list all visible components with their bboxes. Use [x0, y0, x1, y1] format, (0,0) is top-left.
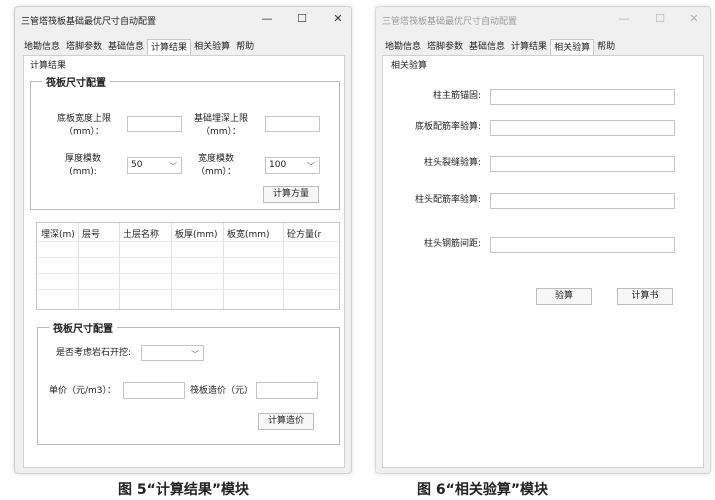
spacing-field[interactable]: [490, 237, 675, 253]
tab-foundation-info[interactable]: 基础信息: [466, 39, 508, 55]
calc-cost-button[interactable]: 计算造价: [258, 413, 314, 430]
window-title: 三管塔筏板基础最优尺寸自动配置: [382, 17, 518, 27]
tab-foundation-info[interactable]: 基础信息: [105, 39, 147, 55]
width-upper-input[interactable]: [127, 116, 182, 132]
crack-check-label: 柱头裂缝验算:: [423, 158, 481, 168]
width-modulus-label: 宽度模数 （mm）：: [196, 154, 237, 177]
title-bar: 三管塔筏板基础最优尺寸自动配置 — ☐ ✕: [15, 7, 351, 33]
tab-tower-foot[interactable]: 塔脚参数: [63, 39, 105, 55]
unit-price-input[interactable]: [123, 382, 185, 399]
panel-label: 相关验算: [391, 61, 428, 71]
tab-bar: 地勘信息 塔脚参数 基础信息 计算结果 相关验算 帮助: [21, 39, 257, 55]
tab-help[interactable]: 帮助: [233, 39, 257, 55]
grid-line: [37, 289, 339, 290]
tab-survey-info[interactable]: 地勘信息: [382, 39, 424, 55]
calc-volume-button[interactable]: 计算方量: [263, 186, 319, 203]
width-upper-label: 底板宽度上限 （mm）：: [57, 114, 112, 137]
depth-upper-label: 基础埋深上限 （mm）：: [194, 114, 249, 137]
width-modulus-select[interactable]: 100 ﹀: [265, 157, 320, 174]
crack-check-field[interactable]: [490, 156, 675, 172]
panel-label: 计算结果: [30, 61, 67, 71]
chevron-down-icon: ﹀: [169, 162, 177, 171]
column-ratio-label: 柱头配筋率验算:: [414, 195, 481, 205]
slab-ratio-label: 底板配筋率验算:: [414, 122, 481, 132]
anchorage-field[interactable]: [490, 89, 675, 105]
grid-line: [37, 257, 339, 258]
minimize-icon[interactable]: —: [260, 12, 274, 26]
tab-calc-result[interactable]: 计算结果: [147, 39, 192, 55]
thickness-modulus-select[interactable]: 50 ﹀: [127, 157, 182, 174]
column-header: 板宽(mm): [227, 230, 270, 240]
grid-line: [119, 223, 120, 309]
column-header: 板厚(mm): [175, 230, 218, 240]
tab-related-check[interactable]: 相关验算: [191, 39, 233, 55]
column-header: 层号: [82, 230, 101, 240]
group-title: 筏板尺寸配置: [49, 320, 117, 335]
grid-line: [171, 223, 172, 309]
column-header: 埋深(m): [41, 230, 75, 240]
grid-line: [78, 223, 79, 309]
tab-panel: 相关验算 柱主筋锚固: 底板配筋率验算: 柱头裂缝验算: 柱头配筋率验算: 柱头…: [382, 55, 704, 468]
minimize-icon[interactable]: —: [617, 12, 631, 26]
grid-line: [223, 223, 224, 309]
grid-line: [283, 223, 284, 309]
slab-ratio-field[interactable]: [490, 120, 675, 136]
report-button[interactable]: 计算书: [617, 288, 673, 305]
close-icon[interactable]: ✕: [331, 12, 345, 26]
tab-bar: 地勘信息 塔脚参数 基础信息 计算结果 相关验算 帮助: [382, 39, 618, 55]
rock-excavation-label: 是否考虑岩石开挖:: [56, 348, 132, 358]
depth-upper-input[interactable]: [265, 116, 320, 132]
maximize-icon[interactable]: ☐: [653, 12, 667, 26]
window-title: 三管塔筏板基础最优尺寸自动配置: [21, 17, 157, 27]
group-title: 筏板尺寸配置: [42, 74, 110, 89]
grid-line: [37, 241, 339, 242]
anchorage-label: 柱主筋锚固:: [432, 91, 481, 101]
tab-survey-info[interactable]: 地勘信息: [21, 39, 63, 55]
figure-caption-6: 图 6“相关验算”模块: [417, 482, 549, 498]
tab-calc-result[interactable]: 计算结果: [508, 39, 550, 55]
column-header: 砼方量(r: [287, 230, 322, 240]
spacing-label: 柱头钢筋间距:: [423, 239, 481, 249]
rock-excavation-select[interactable]: ﹀: [141, 345, 204, 361]
cost-label: 筏板造价（元）: [190, 386, 254, 396]
column-header: 土层名称: [123, 230, 160, 240]
figure-caption-5: 图 5“计算结果”模块: [118, 482, 250, 498]
chevron-down-icon: ﹀: [191, 350, 199, 359]
results-table[interactable]: 埋深(m) 层号 土层名称 板厚(mm) 板宽(mm) 砼方量(r: [36, 222, 340, 310]
tab-help[interactable]: 帮助: [594, 39, 618, 55]
unit-price-label: 单价（元/m3）：: [49, 386, 117, 396]
column-ratio-field[interactable]: [490, 193, 675, 209]
calc-result-window: 三管塔筏板基础最优尺寸自动配置 — ☐ ✕ 地勘信息 塔脚参数 基础信息 计算结…: [14, 6, 352, 474]
thickness-modulus-value: 50: [131, 160, 143, 170]
tab-related-check[interactable]: 相关验算: [550, 39, 595, 55]
title-bar: 三管塔筏板基础最优尺寸自动配置 — ☐ ✕: [376, 7, 710, 33]
chevron-down-icon: ﹀: [307, 162, 315, 171]
width-modulus-value: 100: [269, 160, 287, 170]
grid-line: [37, 273, 339, 274]
cost-input[interactable]: [256, 382, 318, 399]
related-check-window: 三管塔筏板基础最优尺寸自动配置 — ☐ ✕ 地勘信息 塔脚参数 基础信息 计算结…: [375, 6, 711, 474]
maximize-icon[interactable]: ☐: [295, 12, 309, 26]
thickness-modulus-label: 厚度模数 (mm):: [65, 154, 102, 177]
tab-tower-foot[interactable]: 塔脚参数: [424, 39, 466, 55]
close-icon[interactable]: ✕: [687, 12, 701, 26]
check-button[interactable]: 验算: [536, 288, 592, 305]
